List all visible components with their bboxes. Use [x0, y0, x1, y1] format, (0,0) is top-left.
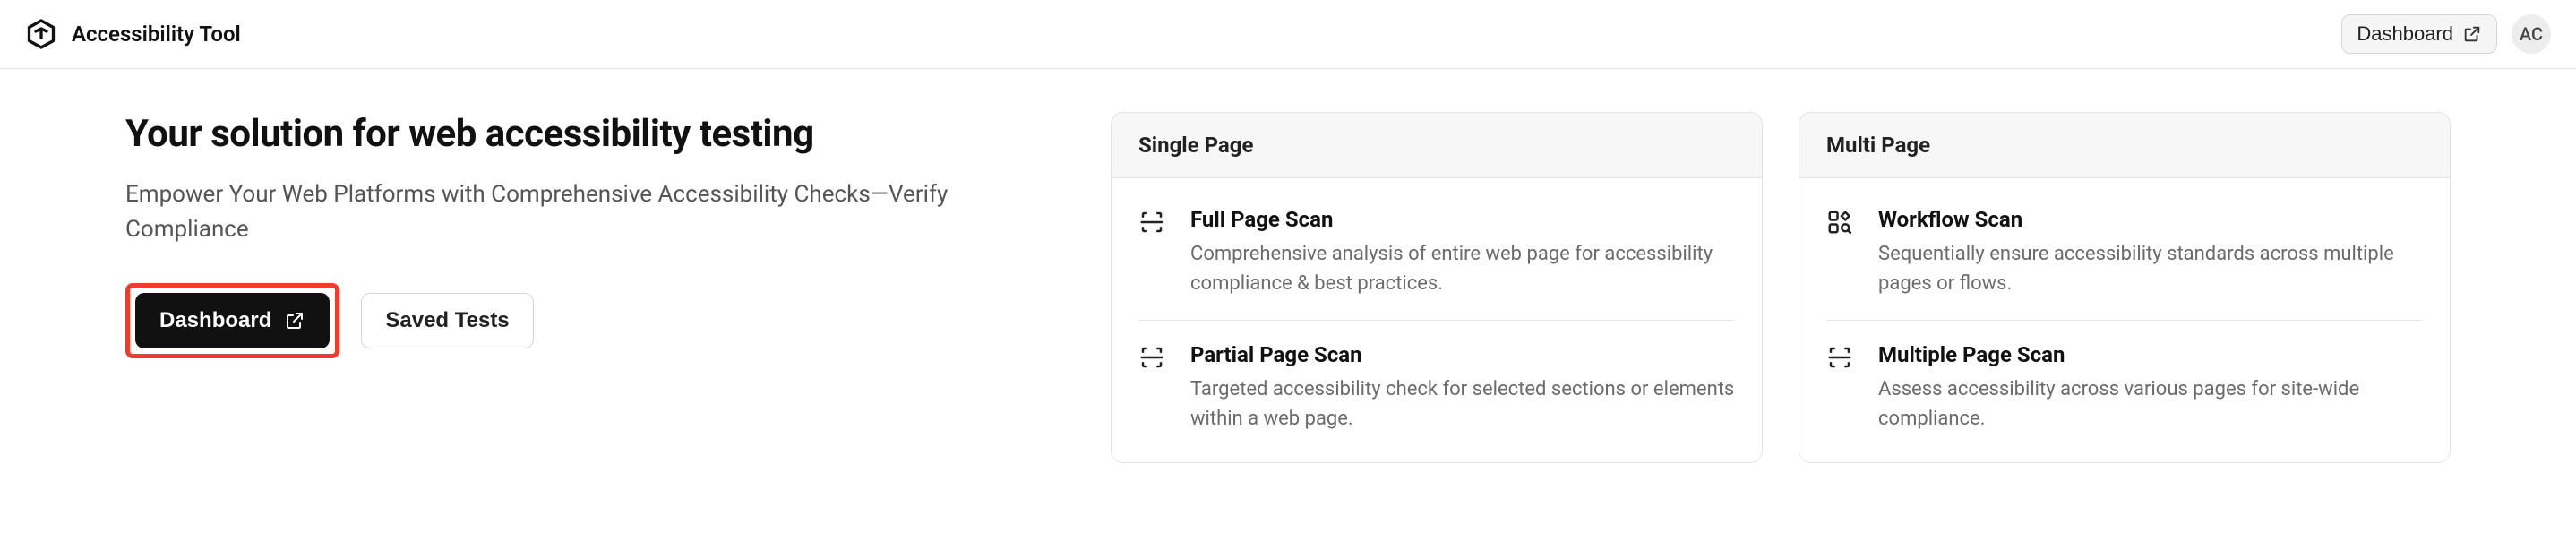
main-content: Your solution for web accessibility test… [0, 69, 2576, 499]
item-title: Workflow Scan [1878, 207, 2423, 232]
saved-tests-button-label: Saved Tests [385, 308, 509, 333]
header-right: Dashboard AC [2341, 14, 2551, 54]
scan-icon [1138, 342, 1169, 434]
item-text: Partial Page Scan Targeted accessibility… [1190, 342, 1735, 434]
item-title: Multiple Page Scan [1878, 342, 2423, 367]
card-body: Full Page Scan Comprehensive analysis of… [1112, 178, 1762, 462]
user-avatar[interactable]: AC [2512, 14, 2551, 54]
full-page-scan-item[interactable]: Full Page Scan Comprehensive analysis of… [1138, 185, 1735, 320]
highlight-annotation: Dashboard [125, 283, 339, 358]
workflow-scan-item[interactable]: Workflow Scan Sequentially ensure access… [1826, 185, 2423, 320]
external-link-icon [284, 310, 305, 331]
dashboard-button-label: Dashboard [159, 308, 271, 333]
avatar-initials: AC [2520, 23, 2543, 45]
item-title: Partial Page Scan [1190, 342, 1735, 367]
single-page-card: Single Page Full Page Scan Comprehensive… [1111, 112, 1763, 463]
item-title: Full Page Scan [1190, 207, 1735, 232]
hero-title: Your solution for web accessibility test… [125, 112, 1039, 156]
card-header: Single Page [1112, 113, 1762, 178]
scan-icon [1138, 207, 1169, 298]
dashboard-link-label: Dashboard [2357, 22, 2453, 46]
dashboard-link-button[interactable]: Dashboard [2341, 14, 2497, 54]
cards-row: Single Page Full Page Scan Comprehensive… [1111, 112, 2451, 463]
workflow-icon [1826, 207, 1857, 298]
brand-logo-icon [25, 18, 57, 50]
hero-section: Your solution for web accessibility test… [125, 112, 1039, 463]
item-desc: Sequentially ensure accessibility standa… [1878, 239, 2423, 298]
dashboard-button[interactable]: Dashboard [135, 293, 330, 348]
item-text: Full Page Scan Comprehensive analysis of… [1190, 207, 1735, 298]
item-desc: Assess accessibility across various page… [1878, 374, 2423, 434]
brand: Accessibility Tool [25, 18, 241, 50]
hero-subtitle: Empower Your Web Platforms with Comprehe… [125, 177, 949, 247]
multi-page-card: Multi Page Workflow Scan Sequentially en… [1799, 112, 2451, 463]
item-text: Multiple Page Scan Assess accessibility … [1878, 342, 2423, 434]
partial-page-scan-item[interactable]: Partial Page Scan Targeted accessibility… [1138, 320, 1735, 455]
item-text: Workflow Scan Sequentially ensure access… [1878, 207, 2423, 298]
scan-icon [1826, 342, 1857, 434]
app-header: Accessibility Tool Dashboard AC [0, 0, 2576, 69]
brand-name: Accessibility Tool [72, 22, 241, 47]
hero-buttons: Dashboard Saved Tests [125, 283, 1039, 358]
card-header: Multi Page [1799, 113, 2450, 178]
saved-tests-button[interactable]: Saved Tests [361, 293, 533, 348]
multiple-page-scan-item[interactable]: Multiple Page Scan Assess accessibility … [1826, 320, 2423, 455]
item-desc: Targeted accessibility check for selecte… [1190, 374, 1735, 434]
card-body: Workflow Scan Sequentially ensure access… [1799, 178, 2450, 462]
item-desc: Comprehensive analysis of entire web pag… [1190, 239, 1735, 298]
external-link-icon [2462, 24, 2482, 44]
